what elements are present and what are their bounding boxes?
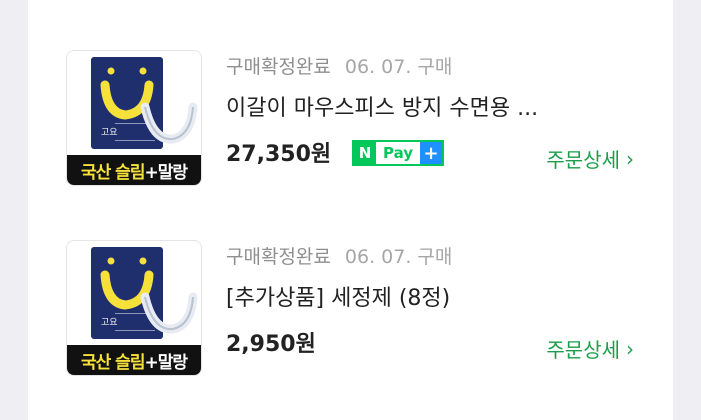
banner-text-yellow: 국산 슬림 [80,352,145,373]
naver-n-icon: N [354,142,376,164]
order-status-row: 구매확정완료 06. 07. 구매 [226,241,452,269]
order-item[interactable]: 고요 국산 슬림 +말랑 구매확정완료 06. 07. 구매 이갈이 마우스피스 … [66,50,676,186]
plus-icon: + [420,142,442,164]
product-thumbnail[interactable]: 고요 국산 슬림 +말랑 [66,240,202,376]
product-title[interactable]: [추가상품] 세정제 (8정) [226,280,450,312]
order-status: 구매확정완료 [226,245,331,268]
mouthguard-icon [100,257,198,334]
product-price: 2,950원 [226,332,316,357]
product-banner: 국산 슬림 +말랑 [67,155,201,185]
banner-text-yellow: 국산 슬림 [80,162,145,183]
npay-plus-badge: N Pay + [352,140,444,166]
order-detail-link[interactable]: 주문상세 › [546,144,634,173]
order-detail-label: 주문상세 [546,148,620,172]
product-thumbnail[interactable]: 고요 국산 슬림 +말랑 [66,50,202,186]
order-date: 06. 07. 구매 [344,55,453,78]
product-price: 27,350원 [226,142,332,167]
order-status: 구매확정완료 [226,55,331,78]
order-status-row: 구매확정완료 06. 07. 구매 [226,51,452,79]
product-title[interactable]: 이갈이 마우스피스 방지 수면용 ... [226,90,538,122]
banner-text-white: +말랑 [144,162,188,183]
order-date: 06. 07. 구매 [344,245,453,268]
chevron-right-icon: › [626,336,634,361]
order-detail-label: 주문상세 [546,338,620,362]
order-detail-link[interactable]: 주문상세 › [546,334,634,363]
banner-text-white: +말랑 [144,352,188,373]
mouthguard-icon [100,67,198,144]
chevron-right-icon: › [626,146,634,171]
npay-label: Pay [382,144,414,162]
product-banner: 국산 슬림 +말랑 [67,345,201,375]
order-item[interactable]: 고요 국산 슬림 +말랑 구매확정완료 06. 07. 구매 [추가상품] 세정제… [66,240,676,376]
